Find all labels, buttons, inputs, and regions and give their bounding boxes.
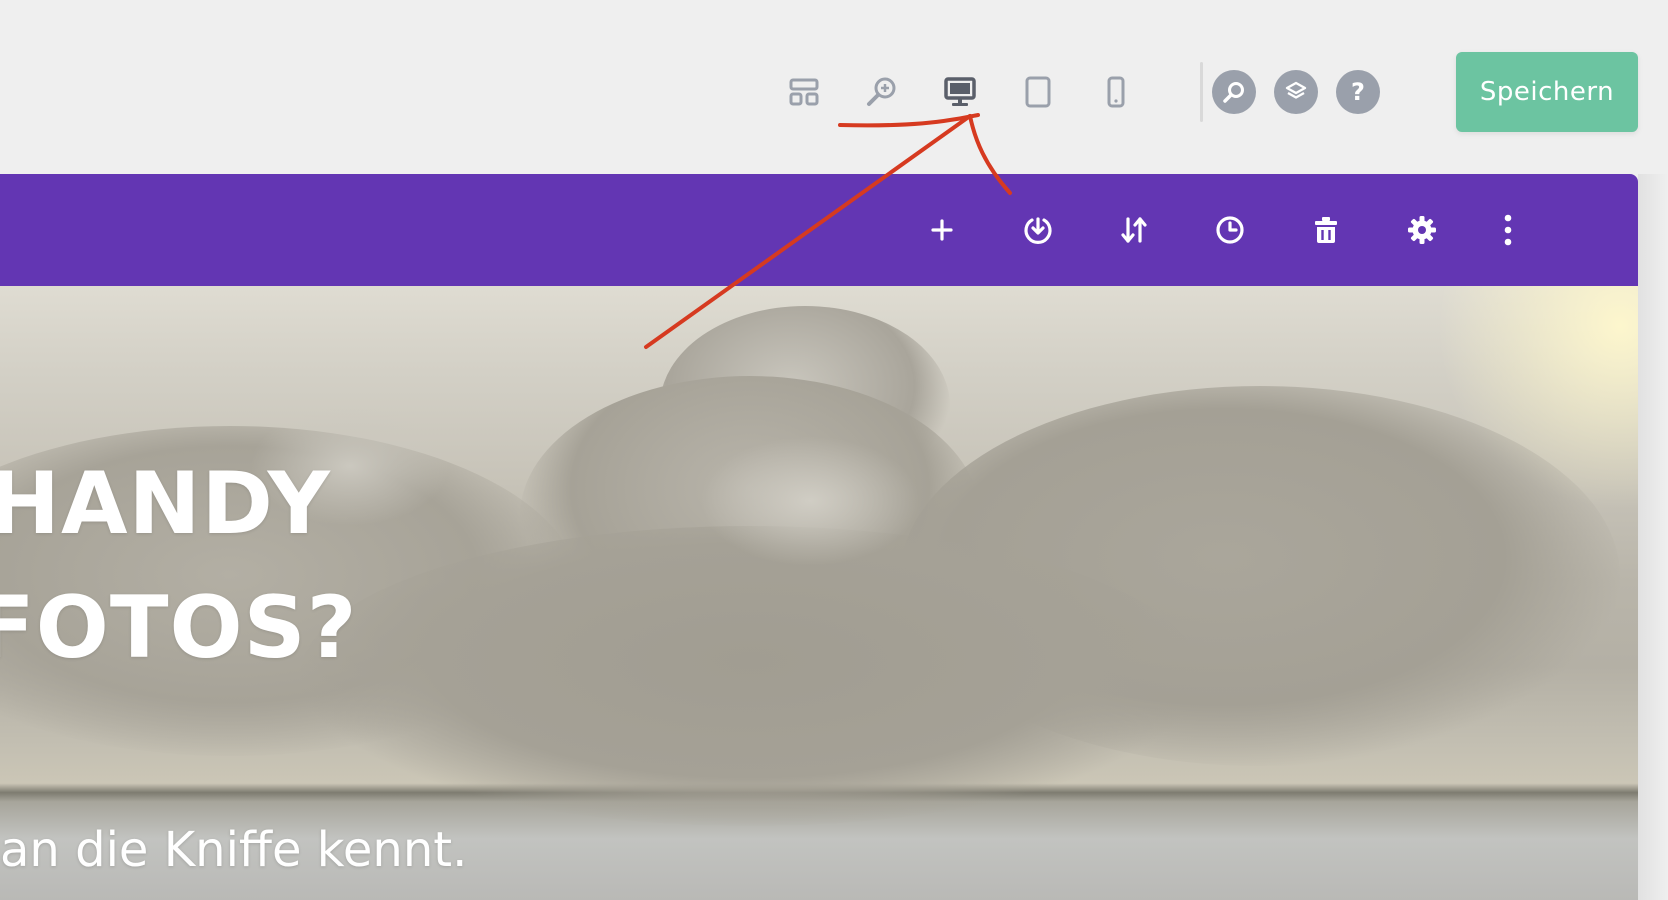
hero-subline: an die Kniffe kennt. — [0, 822, 468, 878]
wireframe-layout-icon[interactable] — [782, 70, 826, 114]
history-icon[interactable] — [1208, 208, 1252, 252]
help-label: ? — [1351, 78, 1365, 106]
settings-icon[interactable] — [1400, 208, 1444, 252]
layers-icon[interactable] — [1274, 70, 1318, 114]
phone-icon[interactable] — [1094, 70, 1138, 114]
cloud — [700, 436, 920, 566]
hero-headline-line-2: FOTOS? — [0, 578, 358, 678]
save-button[interactable]: Speichern — [1456, 52, 1638, 132]
section-settings-bar — [0, 174, 1638, 286]
help-icon[interactable]: ? — [1336, 70, 1380, 114]
save-to-library-icon[interactable] — [1016, 208, 1060, 252]
desktop-icon[interactable] — [938, 70, 982, 114]
toolbar-divider — [1200, 62, 1203, 122]
add-icon[interactable] — [920, 208, 964, 252]
builder-top-toolbar: ? Speichern — [0, 0, 1668, 176]
zoom-icon[interactable] — [860, 70, 904, 114]
more-options-icon[interactable] — [1486, 208, 1530, 252]
cloud — [300, 526, 1200, 826]
hero-headline-line-1: HANDY — [0, 454, 331, 554]
tablet-icon[interactable] — [1016, 70, 1060, 114]
hero-section[interactable]: HANDY FOTOS? an die Kniffe kennt. — [0, 286, 1638, 900]
search-icon[interactable] — [1212, 70, 1256, 114]
page-edge-shadow — [1638, 174, 1668, 900]
delete-icon[interactable] — [1304, 208, 1348, 252]
move-icon[interactable] — [1112, 208, 1156, 252]
